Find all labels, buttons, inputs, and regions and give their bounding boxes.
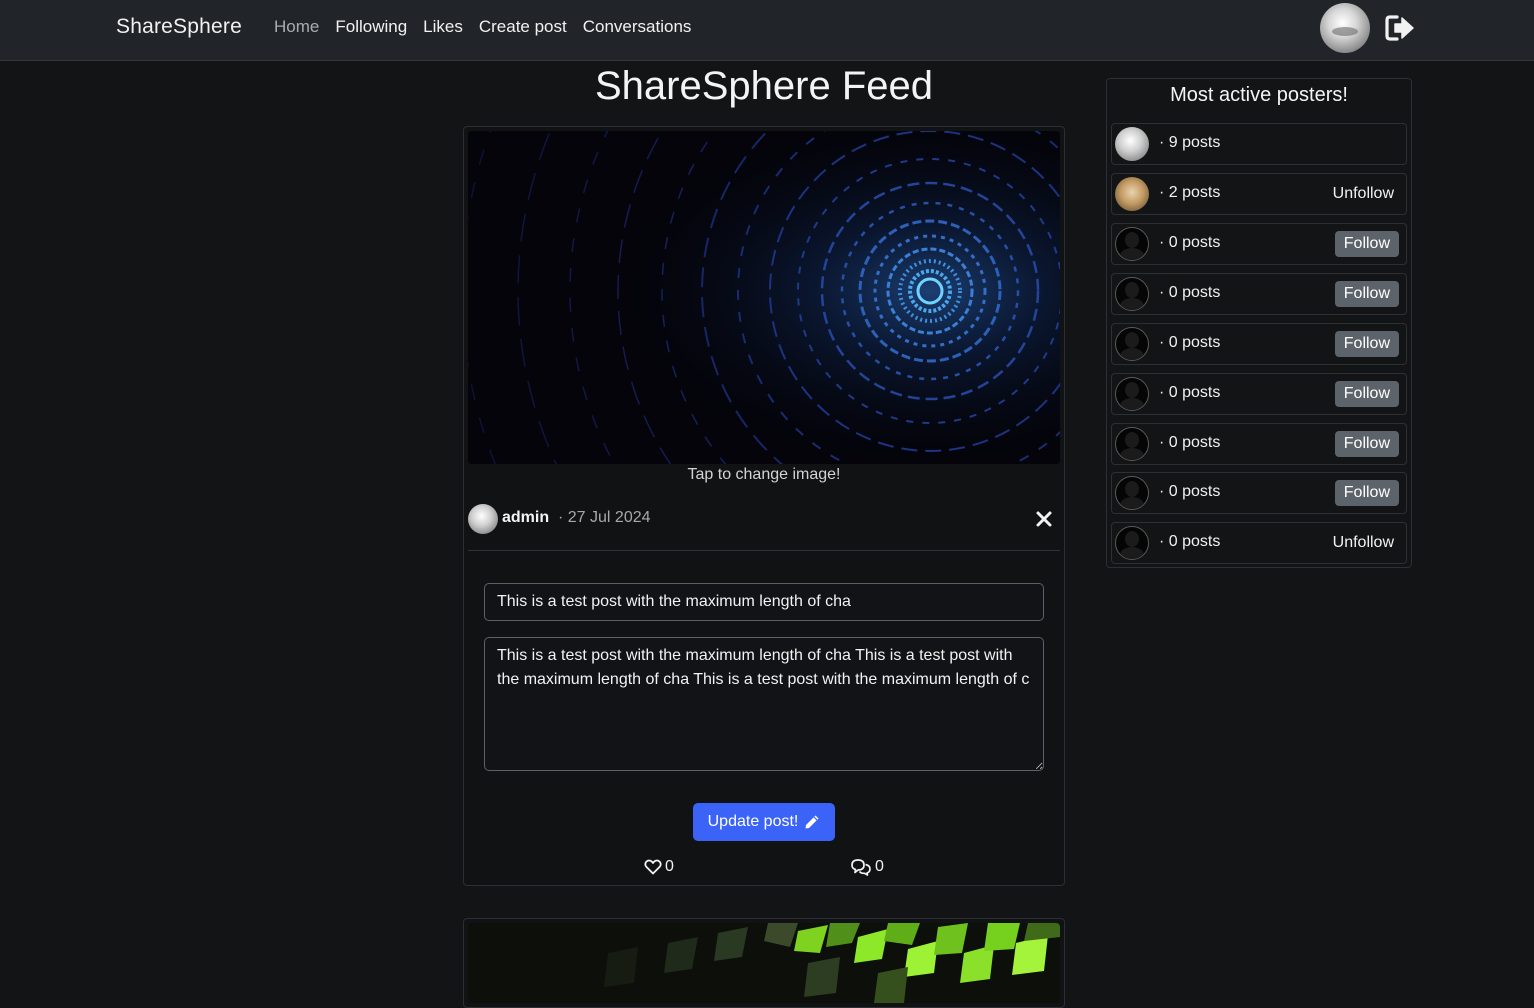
poster-post-count: · 0 posts [1159, 334, 1221, 351]
poster-avatar[interactable] [1115, 526, 1149, 560]
author-avatar[interactable] [468, 504, 498, 534]
brand-logo[interactable]: ShareSphere [116, 15, 242, 39]
update-post-label: Update post! [707, 813, 799, 830]
nav-link-conversations[interactable]: Conversations [583, 17, 692, 37]
divider [468, 550, 1060, 551]
poster-row[interactable]: · 0 posts Unfollow [1111, 522, 1407, 564]
nav-link-following[interactable]: Following [335, 17, 407, 37]
poster-post-count: · 0 posts [1159, 384, 1221, 401]
poster-post-count: · 0 posts [1159, 533, 1221, 550]
like-button[interactable]: 0 [644, 858, 674, 876]
post-card: Tap to change image! admin · 27 Jul 2024… [463, 126, 1065, 886]
user-avatar[interactable] [1320, 3, 1370, 53]
follow-button[interactable]: Follow [1334, 480, 1399, 506]
post-card [463, 918, 1065, 1008]
poster-avatar[interactable] [1115, 427, 1149, 461]
poster-post-count: · 0 posts [1159, 483, 1221, 500]
nav-links: Home Following Likes Create post Convers… [274, 17, 691, 37]
poster-avatar[interactable] [1115, 227, 1149, 261]
comments-button[interactable]: 0 [850, 858, 884, 876]
poster-row[interactable]: · 0 posts Follow [1111, 373, 1407, 415]
poster-avatar[interactable] [1115, 377, 1149, 411]
follow-button[interactable]: Follow [1334, 431, 1399, 457]
poster-avatar[interactable] [1115, 476, 1149, 510]
follow-button[interactable]: Follow [1334, 381, 1399, 407]
poster-avatar[interactable] [1115, 177, 1149, 211]
post-image[interactable] [468, 131, 1060, 464]
heart-icon [644, 859, 662, 875]
post-title-input[interactable] [484, 583, 1044, 621]
follow-button[interactable]: Follow [1334, 231, 1399, 257]
comments-icon [851, 859, 871, 876]
poster-row[interactable]: · 9 posts [1111, 123, 1407, 165]
post-date: · 27 Jul 2024 [558, 509, 651, 526]
like-count: 0 [665, 858, 674, 875]
author-name[interactable]: admin [502, 509, 549, 527]
poster-post-count: · 0 posts [1159, 284, 1221, 301]
poster-post-count: · 2 posts [1159, 184, 1221, 201]
poster-post-count: · 9 posts [1159, 134, 1221, 151]
sidebar-title: Most active posters! [1170, 84, 1348, 106]
poster-post-count: · 0 posts [1159, 434, 1221, 451]
top-navbar: ShareSphere Home Following Likes Create … [0, 0, 1534, 61]
pencil-icon [805, 815, 819, 829]
poster-avatar[interactable] [1115, 127, 1149, 161]
most-active-posters-panel: Most active posters! · 9 posts · 2 posts… [1106, 78, 1412, 568]
poster-post-count: · 0 posts [1159, 234, 1221, 251]
logout-icon[interactable] [1384, 13, 1416, 43]
poster-row[interactable]: · 0 posts Follow [1111, 273, 1407, 315]
post-body-textarea[interactable]: This is a test post with the maximum len… [484, 637, 1044, 771]
poster-row[interactable]: · 2 posts Unfollow [1111, 173, 1407, 215]
comment-count: 0 [875, 858, 884, 875]
post-image[interactable] [468, 923, 1060, 1003]
post-author-row: admin · 27 Jul 2024 [468, 504, 1060, 534]
close-icon[interactable] [1034, 509, 1054, 529]
update-post-button[interactable]: Update post! [693, 803, 835, 841]
follow-button[interactable]: Follow [1334, 331, 1399, 357]
nav-link-home[interactable]: Home [274, 17, 319, 37]
poster-row[interactable]: · 0 posts Follow [1111, 472, 1407, 514]
tap-to-change-image-hint: Tap to change image! [687, 466, 841, 483]
poster-row[interactable]: · 0 posts Follow [1111, 223, 1407, 265]
feed-title: ShareSphere Feed [594, 64, 933, 108]
nav-link-likes[interactable]: Likes [423, 17, 463, 37]
poster-row[interactable]: · 0 posts Follow [1111, 323, 1407, 365]
unfollow-button[interactable]: Unfollow [1333, 181, 1394, 207]
follow-button[interactable]: Follow [1334, 281, 1399, 307]
poster-avatar[interactable] [1115, 327, 1149, 361]
poster-avatar[interactable] [1115, 277, 1149, 311]
poster-row[interactable]: · 0 posts Follow [1111, 423, 1407, 465]
nav-link-create-post[interactable]: Create post [479, 17, 567, 37]
unfollow-button[interactable]: Unfollow [1333, 530, 1394, 556]
